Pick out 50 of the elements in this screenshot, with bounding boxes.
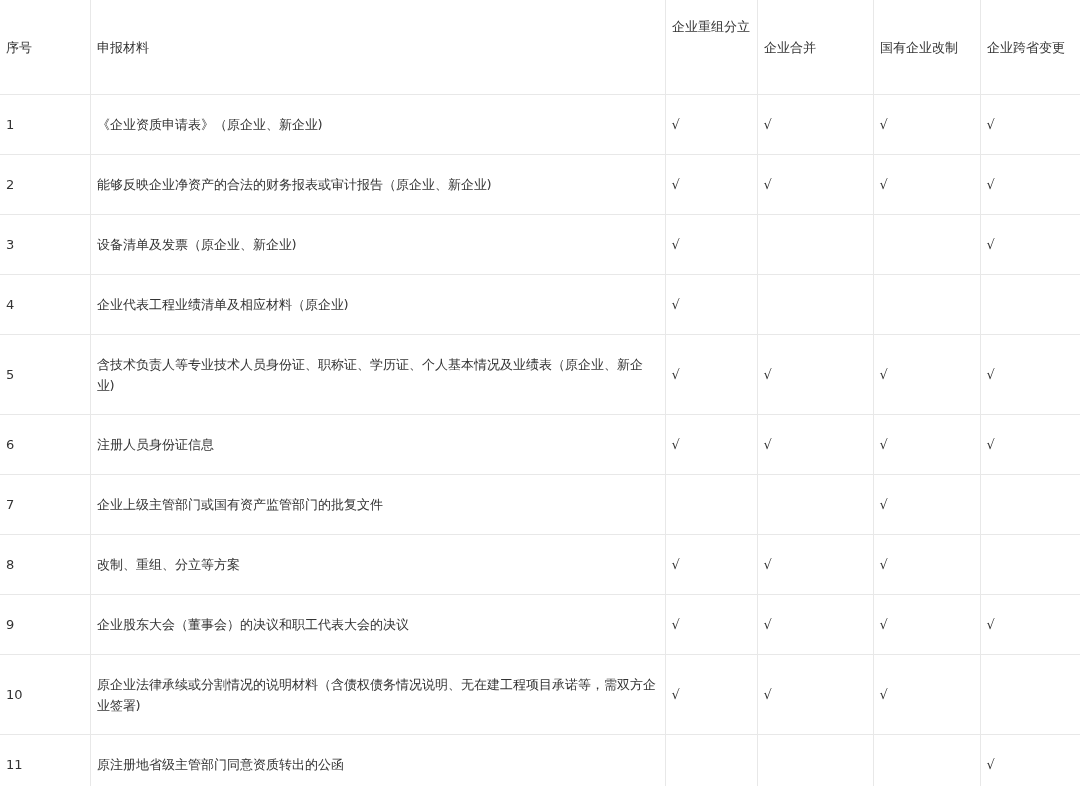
checkmark-cell: √ xyxy=(665,534,757,595)
row-number: 5 xyxy=(0,334,90,415)
material-cell: 《企业资质申请表》（原企业、新企业) xyxy=(90,94,665,155)
column-header: 申报材料 xyxy=(90,0,665,95)
checkmark-cell: √ xyxy=(665,334,757,415)
column-header: 企业重组分立 xyxy=(665,0,757,95)
row-number: 4 xyxy=(0,274,90,335)
material-cell: 原企业法律承续或分割情况的说明材料（含债权债务情况说明、无在建工程项目承诺等，需双方企业签署) xyxy=(90,654,665,735)
material-cell: 企业股东大会（董事会）的决议和职工代表大会的决议 xyxy=(90,594,665,655)
column-header: 企业合并 xyxy=(757,0,873,95)
material-cell: 改制、重组、分立等方案 xyxy=(90,534,665,595)
checkmark-cell: √ xyxy=(757,594,873,655)
checkmark-cell: √ xyxy=(757,414,873,475)
checkmark-cell: √ xyxy=(665,214,757,275)
checkmark-cell: √ xyxy=(665,594,757,655)
checkmark-cell: √ xyxy=(757,154,873,215)
checkmark-cell: √ xyxy=(873,654,980,735)
row-number: 3 xyxy=(0,214,90,275)
checkmark-cell: √ xyxy=(873,154,980,215)
row-number: 8 xyxy=(0,534,90,595)
checkmark-cell: √ xyxy=(757,334,873,415)
column-header: 国有企业改制 xyxy=(873,0,980,95)
checkmark-cell: √ xyxy=(757,654,873,735)
checkmark-cell: √ xyxy=(665,414,757,475)
checkmark-cell: √ xyxy=(873,594,980,655)
material-cell: 能够反映企业净资产的合法的财务报表或审计报告（原企业、新企业) xyxy=(90,154,665,215)
checkmark-cell: √ xyxy=(665,154,757,215)
row-number: 9 xyxy=(0,594,90,655)
checkmark-cell: √ xyxy=(873,334,980,415)
row-number: 10 xyxy=(0,654,90,735)
checkmark-cell: √ xyxy=(665,274,757,335)
column-header: 序号 xyxy=(0,0,90,95)
row-number: 7 xyxy=(0,474,90,535)
row-number: 6 xyxy=(0,414,90,475)
material-cell: 企业代表工程业绩清单及相应材料（原企业) xyxy=(90,274,665,335)
checkmark-cell: √ xyxy=(757,534,873,595)
checkmark-cell: √ xyxy=(873,534,980,595)
row-number: 2 xyxy=(0,154,90,215)
material-cell: 企业上级主管部门或国有资产监管部门的批复文件 xyxy=(90,474,665,535)
material-cell: 注册人员身份证信息 xyxy=(90,414,665,475)
checkmark-cell: √ xyxy=(873,474,980,535)
row-number: 1 xyxy=(0,94,90,155)
column-header: 企业跨省变更 xyxy=(980,0,1080,95)
checkmark-cell: √ xyxy=(757,94,873,155)
checkmark-cell: √ xyxy=(665,94,757,155)
checkmark-cell: √ xyxy=(665,654,757,735)
material-cell: 设备清单及发票（原企业、新企业) xyxy=(90,214,665,275)
checkmark-cell: √ xyxy=(873,94,980,155)
checkmark-cell: √ xyxy=(873,414,980,475)
material-cell: 含技术负责人等专业技术人员身份证、职称证、学历证、个人基本情况及业绩表（原企业、新企业) xyxy=(90,334,665,415)
